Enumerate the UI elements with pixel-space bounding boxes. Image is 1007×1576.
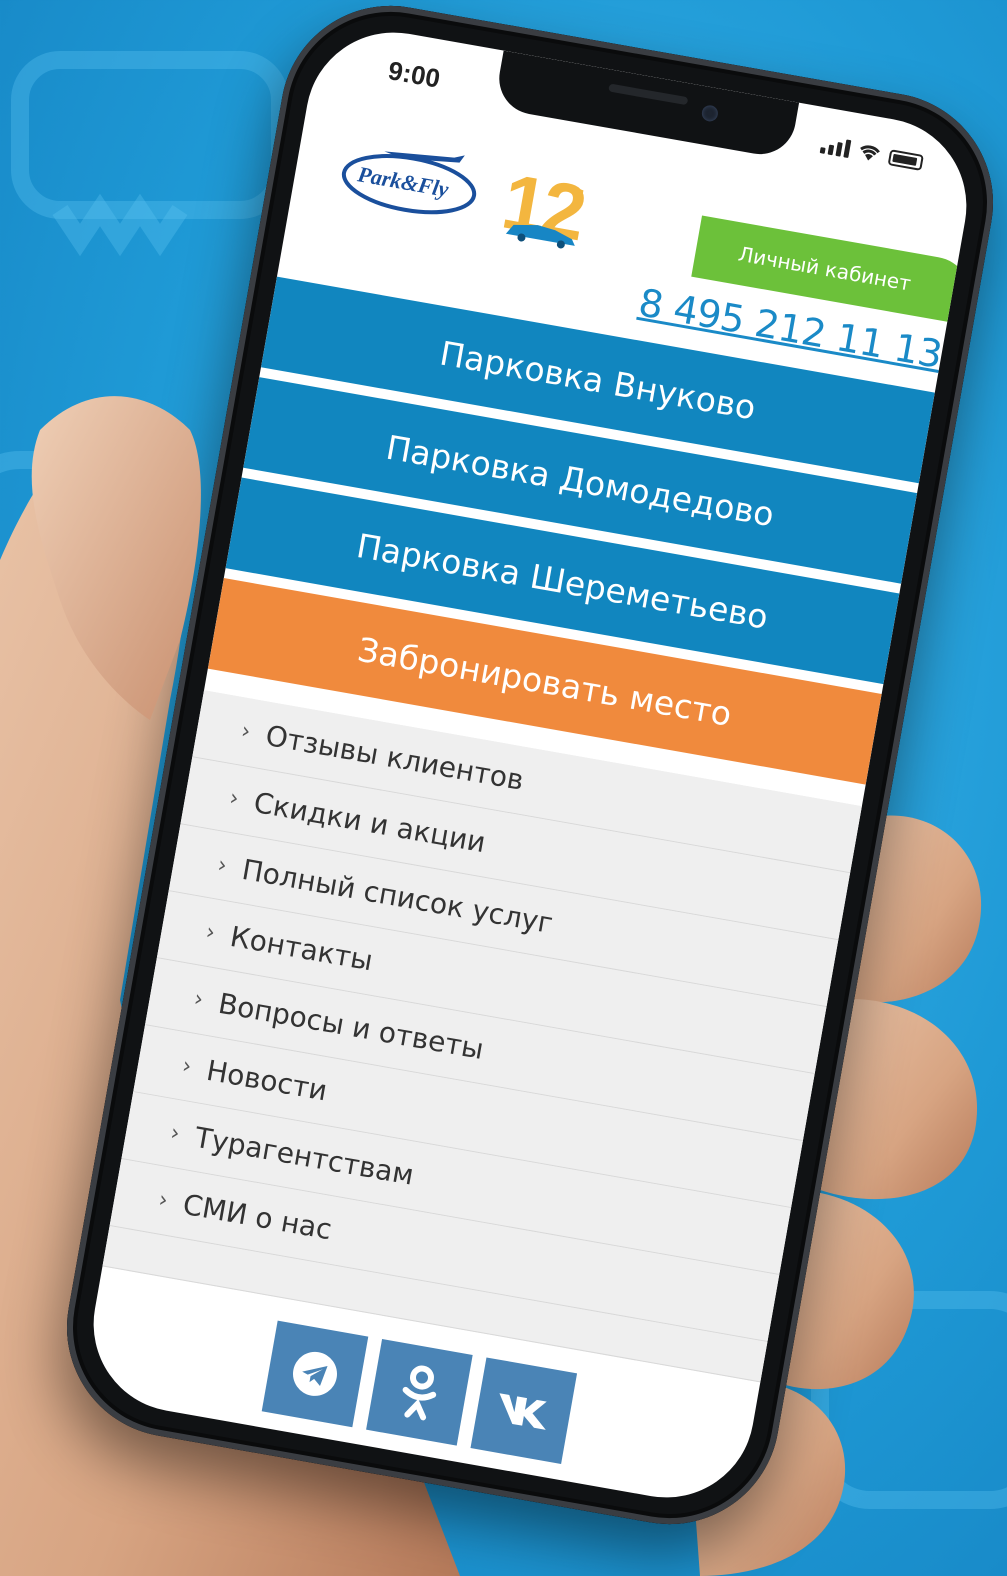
chevron-right-icon: › [156, 1187, 170, 1214]
battery-icon [887, 149, 924, 171]
menu-item-label: СМИ о нас [180, 1187, 335, 1247]
chevron-right-icon: › [227, 785, 241, 812]
anniversary-badge: 12 лет [486, 154, 610, 262]
vk-icon [499, 1393, 547, 1430]
menu-list: › Отзывы клиентов › Скидки и акции › Пол… [102, 690, 862, 1383]
speaker-grille [608, 83, 689, 106]
chevron-right-icon: › [239, 718, 253, 745]
odnoklassniki-button[interactable] [366, 1339, 473, 1446]
chevron-right-icon: › [203, 919, 217, 946]
odnoklassniki-icon [402, 1365, 437, 1421]
telegram-icon [292, 1351, 337, 1396]
status-time: 9:00 [385, 55, 443, 94]
menu-item-label: Новости [204, 1053, 330, 1108]
signal-icon [819, 135, 852, 159]
anniversary-suffix: лет [571, 187, 587, 208]
telegram-button[interactable] [261, 1320, 369, 1428]
wifi-icon [860, 145, 880, 161]
menu-item-label: Контакты [227, 919, 376, 978]
chevron-right-icon: › [180, 1053, 194, 1080]
chevron-right-icon: › [192, 986, 206, 1013]
status-icons [819, 135, 925, 171]
front-camera [700, 104, 720, 123]
vk-button[interactable] [470, 1357, 578, 1465]
park-and-fly-logo[interactable]: Park&Fly [335, 133, 495, 228]
chevron-right-icon: › [215, 852, 229, 879]
chevron-right-icon: › [168, 1120, 182, 1147]
